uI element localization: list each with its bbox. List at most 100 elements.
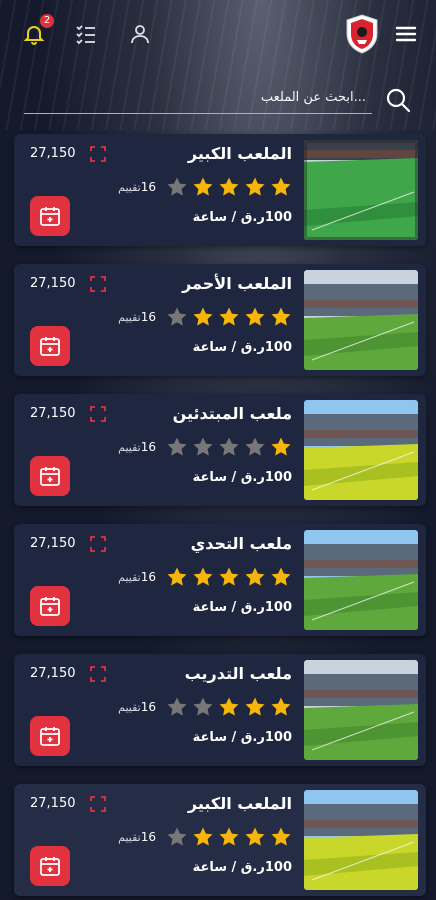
star-icon	[271, 437, 291, 456]
field-capacity: 27,150	[30, 666, 76, 681]
search-input[interactable]	[24, 82, 372, 114]
field-image	[304, 400, 418, 500]
field-capacity: 27,150	[30, 536, 76, 551]
expand-icon	[90, 666, 106, 682]
field-card[interactable]: الملعب الكبير 16تقييم 100ر.ق / ساعة 27,1…	[14, 134, 426, 246]
star-icon	[245, 307, 265, 326]
profile-button[interactable]	[126, 20, 154, 48]
star-icon	[245, 827, 265, 846]
field-name: ملعب التدريب	[184, 664, 292, 683]
star-icon	[167, 827, 187, 846]
star-icon	[219, 437, 239, 456]
search-button[interactable]	[384, 86, 412, 114]
calendar-add-icon	[40, 597, 60, 616]
rating-row: 16تقييم	[118, 566, 292, 588]
ratings-count: 16تقييم	[118, 310, 156, 324]
rating-row: 16تقييم	[118, 696, 292, 718]
book-button[interactable]	[30, 456, 70, 496]
star-icon	[245, 437, 265, 456]
club-logo-icon	[346, 14, 378, 54]
menu-button[interactable]	[392, 20, 420, 48]
field-card[interactable]: ملعب المبتدئين 16تقييم 100ر.ق / ساعة 27,…	[14, 394, 426, 506]
expand-icon	[90, 276, 106, 292]
star-icon	[219, 307, 239, 326]
menu-icon	[395, 26, 417, 42]
star-icon	[271, 827, 291, 846]
field-name: الملعب الكبير	[187, 794, 292, 813]
club-logo[interactable]	[344, 14, 380, 54]
book-button[interactable]	[30, 846, 70, 886]
ratings-count: 16تقييم	[118, 570, 156, 584]
field-name: ملعب المبتدئين	[172, 404, 292, 423]
star-icon	[193, 307, 213, 326]
rating-row: 16تقييم	[118, 436, 292, 458]
star-icon	[219, 177, 239, 196]
star-icon	[193, 437, 213, 456]
field-image	[304, 140, 418, 240]
field-capacity: 27,150	[30, 146, 76, 161]
star-icon	[193, 827, 213, 846]
field-image	[304, 530, 418, 630]
star-icon	[219, 567, 239, 586]
field-price: 100ر.ق / ساعة	[192, 860, 292, 875]
expand-icon	[90, 146, 106, 162]
star-icon	[167, 567, 187, 586]
ratings-count: 16تقييم	[118, 180, 156, 194]
star-icon	[167, 437, 187, 456]
star-icon	[219, 827, 239, 846]
star-icon	[245, 177, 265, 196]
field-list: الملعب الكبير 16تقييم 100ر.ق / ساعة 27,1…	[14, 134, 426, 900]
book-button[interactable]	[30, 716, 70, 756]
field-image	[304, 790, 418, 890]
notification-badge: 2	[40, 14, 54, 28]
star-icon	[167, 697, 187, 716]
field-price: 100ر.ق / ساعة	[192, 470, 292, 485]
star-icon	[193, 177, 213, 196]
search-bar	[24, 82, 416, 118]
field-capacity: 27,150	[30, 276, 76, 291]
field-name: ملعب التحدي	[190, 534, 292, 553]
book-button[interactable]	[30, 586, 70, 626]
star-icon	[167, 177, 187, 196]
book-button[interactable]	[30, 326, 70, 366]
calendar-add-icon	[40, 727, 60, 746]
field-image	[304, 270, 418, 370]
ratings-count: 16تقييم	[118, 700, 156, 714]
field-name: الملعب الأحمر	[182, 274, 292, 293]
ratings-count: 16تقييم	[118, 830, 156, 844]
field-capacity: 27,150	[30, 406, 76, 421]
star-icon	[245, 567, 265, 586]
star-icon	[167, 307, 187, 326]
field-name: الملعب الكبير	[187, 144, 292, 163]
notification-button[interactable]: 2	[20, 14, 54, 48]
star-icon	[193, 697, 213, 716]
rating-row: 16تقييم	[118, 176, 292, 198]
checklist-button[interactable]	[72, 20, 100, 48]
user-icon	[131, 25, 149, 44]
checklist-icon	[76, 25, 95, 45]
expand-icon	[90, 796, 106, 812]
expand-icon	[90, 406, 106, 422]
star-icon	[271, 177, 291, 196]
field-price: 100ر.ق / ساعة	[192, 210, 292, 225]
star-icon	[271, 307, 291, 326]
book-button[interactable]	[30, 196, 70, 236]
star-icon	[193, 567, 213, 586]
field-card[interactable]: الملعب الكبير 16تقييم 100ر.ق / ساعة 27,1…	[14, 784, 426, 896]
star-icon	[245, 697, 265, 716]
star-icon	[219, 697, 239, 716]
star-icon	[271, 567, 291, 586]
calendar-add-icon	[40, 207, 60, 226]
field-card[interactable]: الملعب الأحمر 16تقييم 100ر.ق / ساعة 27,1…	[14, 264, 426, 376]
field-image	[304, 660, 418, 760]
field-card[interactable]: ملعب التحدي 16تقييم 100ر.ق / ساعة 27,150	[14, 524, 426, 636]
search-icon	[386, 88, 411, 113]
expand-icon	[90, 536, 106, 552]
ratings-count: 16تقييم	[118, 440, 156, 454]
star-icon	[271, 697, 291, 716]
field-price: 100ر.ق / ساعة	[192, 600, 292, 615]
calendar-add-icon	[40, 337, 60, 356]
calendar-add-icon	[40, 467, 60, 486]
field-capacity: 27,150	[30, 796, 76, 811]
field-card[interactable]: ملعب التدريب 16تقييم 100ر.ق / ساعة 27,15…	[14, 654, 426, 766]
